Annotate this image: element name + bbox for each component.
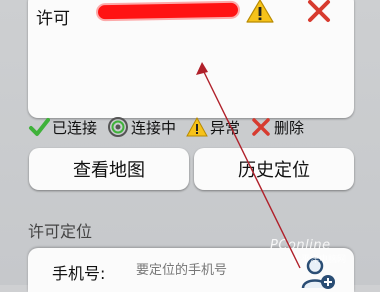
legend-delete: 删除 bbox=[250, 116, 304, 138]
legend-connecting: 连接中 bbox=[107, 116, 176, 138]
legend-connected-label: 已连接 bbox=[52, 118, 98, 137]
delete-icon[interactable] bbox=[306, 0, 332, 24]
warning-icon bbox=[186, 116, 208, 137]
check-icon bbox=[29, 118, 50, 136]
redacted-phone-number bbox=[97, 2, 239, 20]
status-legend: 已连接 连接中 异常 删除 bbox=[28, 116, 358, 138]
legend-abnormal-label: 异常 bbox=[210, 118, 241, 137]
app-panel: 许可 已连接 连接中 异常 删除 查看地图 历史定位 许可定位 手机号: 要定位… bbox=[0, 0, 380, 292]
connecting-icon bbox=[108, 117, 129, 137]
history-location-button[interactable]: 历史定位 bbox=[194, 148, 354, 190]
delete-icon bbox=[252, 118, 270, 136]
view-map-button[interactable]: 查看地图 bbox=[29, 148, 189, 190]
legend-connecting-label: 连接中 bbox=[131, 118, 177, 137]
legend-delete-label: 删除 bbox=[274, 118, 305, 137]
permit-card[interactable]: 许可 bbox=[28, 0, 354, 118]
warning-icon[interactable] bbox=[246, 0, 274, 24]
watermark-sub: 太平洋电脑网 bbox=[292, 255, 347, 265]
watermark-brand: PConline bbox=[270, 238, 331, 253]
permit-label: 许可 bbox=[36, 9, 70, 29]
phone-input[interactable] bbox=[134, 258, 308, 282]
section-title: 许可定位 bbox=[28, 222, 93, 241]
legend-abnormal: 异常 bbox=[186, 116, 240, 138]
phone-label: 手机号: bbox=[52, 264, 106, 283]
legend-connected: 已连接 bbox=[28, 116, 97, 138]
